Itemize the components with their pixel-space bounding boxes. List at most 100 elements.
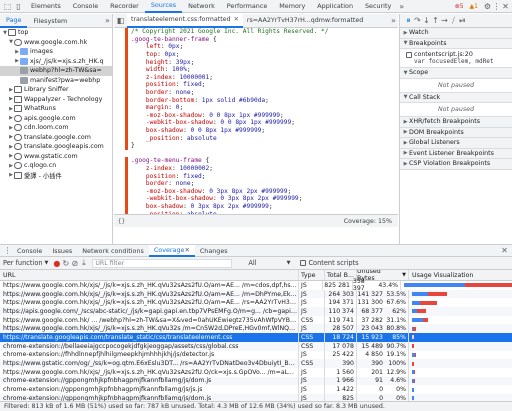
- tree-item[interactable]: ▶ apis.google.com: [0, 114, 112, 124]
- header-usage-visualization[interactable]: Usage Visualization: [409, 270, 512, 280]
- warning-badge[interactable]: ▲ 1: [468, 2, 480, 10]
- tree-item[interactable]: ▶ xjs/_/js/k=xjs.s.zh_HK.q: [0, 57, 112, 67]
- watch-section[interactable]: ▶ Watch: [400, 28, 512, 39]
- scope-section[interactable]: ▼ Scope: [400, 68, 512, 79]
- more-tabs-icon[interactable]: »: [103, 16, 112, 25]
- coverage-type-select[interactable]: Per function ▼: [3, 259, 48, 267]
- table-row[interactable]: https://www.google.com.hk/xjs/_/js/k=xjs…: [0, 289, 512, 299]
- debug-section[interactable]: ▶ Event Listener Breakpoints: [400, 148, 512, 159]
- tree-item[interactable]: webhp?hl=zh-TW&sa=: [0, 66, 112, 76]
- tree-item[interactable]: ▼ www.google.com.hk: [0, 38, 112, 48]
- more-panels-icon[interactable]: »: [397, 2, 406, 11]
- tab-elements[interactable]: Elements: [25, 0, 67, 13]
- step-over-icon[interactable]: ↷: [413, 16, 422, 25]
- deactivate-breakpoints-icon[interactable]: ⧸: [449, 16, 458, 25]
- tree-item[interactable]: ▶ www.gstatic.com: [0, 152, 112, 162]
- table-row[interactable]: https://www.gstatic.com/og/_/ss/k=og.qtm…: [0, 359, 512, 368]
- tree-item[interactable]: ▶ cdn.loom.com: [0, 123, 112, 133]
- step-into-icon[interactable]: ↓: [422, 16, 431, 25]
- drawer-tab-coverage[interactable]: Coverage ✕: [148, 244, 195, 257]
- pause-on-exceptions-icon[interactable]: ⏯: [458, 16, 467, 25]
- code-editor[interactable]: /* Copyright 2021 Google Inc. All Rights…: [114, 28, 398, 214]
- tab-security[interactable]: Security: [359, 0, 397, 13]
- tree-item[interactable]: ▶ WhatRuns: [0, 104, 112, 114]
- table-row[interactable]: https://www.google.com.hk/xjs/_/js/k=xjs…: [0, 324, 512, 334]
- toggle-navigator-icon[interactable]: ◧: [116, 16, 125, 25]
- drawer-tab-changes[interactable]: Changes: [195, 245, 233, 257]
- tree-item[interactable]: manifest?pwa=webhp: [0, 76, 112, 86]
- tree-item[interactable]: ▶ Wappalyzer - Technology: [0, 95, 112, 105]
- drawer-menu-icon[interactable]: ⋮: [3, 246, 12, 255]
- expand-arrow-icon: ▼: [403, 40, 408, 47]
- call-stack-section[interactable]: ▼ Call Stack: [400, 92, 512, 103]
- table-row[interactable]: chrome-extension://bellaeeiajgccpocogekj…: [0, 341, 512, 351]
- editor-tab-rs[interactable]: rs=AA2YrTvH37rH...qdmw:formatted: [243, 14, 367, 28]
- tab-recorder[interactable]: Recorder: [104, 0, 145, 13]
- tab-sources[interactable]: Sources: [144, 0, 183, 13]
- table-row[interactable]: https://www.google.com.hk/xjs/_/js/k=xjs…: [0, 367, 512, 377]
- debug-section[interactable]: ▶ XHR/fetch Breakpoints: [400, 117, 512, 128]
- code-token: fixed: [183, 172, 202, 180]
- table-row[interactable]: https://www.google.com.hk/xjs/_/js/k=xjs…: [0, 278, 512, 292]
- table-row[interactable]: chrome-extension://fhhdlnnepfjhlhilgmeep…: [0, 350, 512, 360]
- tree-item[interactable]: ▶ images: [0, 47, 112, 57]
- tree-item[interactable]: ▶ Library Sniffer: [0, 85, 112, 95]
- content-scripts-checkbox[interactable]: [300, 260, 307, 266]
- error-badge[interactable]: ⊗ 5: [453, 2, 466, 10]
- editor-tab-translateelement[interactable]: translateelement.css:formatted ✕: [127, 13, 243, 28]
- export-icon[interactable]: ⤓: [79, 258, 88, 268]
- drawer-tab-console[interactable]: Console: [12, 245, 47, 257]
- debug-section[interactable]: ▶ DOM Breakpoints: [400, 127, 512, 138]
- step-icon[interactable]: →: [440, 16, 449, 25]
- content-scripts-toggle[interactable]: Content scripts: [298, 259, 359, 267]
- breakpoint-checkbox[interactable]: [406, 51, 412, 58]
- url-text: https://www.gstatic.com/og/_/ss/k=og.qtm…: [3, 360, 298, 368]
- close-icon[interactable]: ✕: [501, 2, 510, 11]
- debug-section[interactable]: ▶ CSP Violation Breakpoints: [400, 159, 512, 170]
- tab-console[interactable]: Console: [67, 0, 104, 13]
- device-toolbar-icon[interactable]: ▯: [14, 2, 23, 11]
- breakpoint-entry[interactable]: contentscript.js:20 var focusedElem, mdR…: [400, 49, 512, 68]
- tree-item[interactable]: ▼ top: [0, 28, 112, 38]
- header-url[interactable]: URL: [0, 270, 299, 280]
- tab-memory[interactable]: Memory: [273, 0, 311, 13]
- header-type[interactable]: Type: [299, 270, 325, 280]
- table-row[interactable]: chrome-extension://gppongmhjkpfnbhagpmjf…: [0, 385, 512, 394]
- table-row[interactable]: https://translate.googleapis.com/transla…: [0, 333, 512, 342]
- tree-item[interactable]: ▶ translate.googleapis.com: [0, 142, 112, 152]
- tab-network[interactable]: Network: [182, 0, 221, 13]
- more-editor-tabs-icon[interactable]: »: [389, 16, 398, 25]
- tab-filesystem[interactable]: Filesystem: [27, 14, 73, 28]
- more-options-icon[interactable]: ⋮: [492, 2, 501, 11]
- close-drawer-icon[interactable]: ✕: [500, 246, 509, 255]
- table-row[interactable]: chrome-extension://gppongmhjkpfnbhagpmjf…: [0, 393, 512, 401]
- url-filter-input[interactable]: URL filter: [92, 258, 233, 268]
- tree-item[interactable]: ▶ 愛譯 - 小插件: [0, 171, 112, 181]
- pause-icon[interactable]: ⏸: [404, 16, 413, 25]
- inspect-element-icon[interactable]: ⬚: [3, 2, 12, 11]
- table-row[interactable]: https://www.google.com.hk/ ... /webhp?hl…: [0, 315, 512, 325]
- clear-icon[interactable]: ⊘: [70, 259, 79, 268]
- reload-icon[interactable]: ↻: [61, 259, 70, 268]
- table-row[interactable]: chrome-extension://gppongmhjkpfnbhagpmjf…: [0, 376, 512, 386]
- tree-item[interactable]: ▶ c.qlogo.cn: [0, 161, 112, 171]
- record-icon[interactable]: ●: [52, 259, 61, 268]
- pretty-print-icon[interactable]: {}: [117, 217, 126, 226]
- tree-item[interactable]: ▶ translate.google.com: [0, 133, 112, 143]
- tab-performance[interactable]: Performance: [221, 0, 274, 13]
- breakpoints-section[interactable]: ▼ Breakpoints: [400, 38, 512, 49]
- drawer-tab-issues[interactable]: Issues: [47, 245, 77, 257]
- settings-gear-icon[interactable]: ⚙: [483, 2, 492, 11]
- resource-type-select[interactable]: All ▼: [248, 259, 290, 267]
- code-token: z-index: [131, 73, 172, 81]
- table-row[interactable]: https://apis.google.com/_/scs/abc-static…: [0, 307, 512, 316]
- step-out-icon[interactable]: ↑: [431, 16, 440, 25]
- close-tab-icon[interactable]: ✕: [234, 16, 239, 23]
- drawer-tab-network-conditions[interactable]: Network conditions: [77, 245, 149, 257]
- tab-application[interactable]: Application: [311, 0, 359, 13]
- debug-section[interactable]: ▶ Global Listeners: [400, 138, 512, 149]
- table-row[interactable]: https://www.google.com.hk/xjs/_/js/k=xjs…: [0, 298, 512, 308]
- tab-page[interactable]: Page: [0, 14, 28, 28]
- close-tab-icon[interactable]: ✕: [184, 246, 189, 254]
- usage-bar: [412, 309, 427, 314]
